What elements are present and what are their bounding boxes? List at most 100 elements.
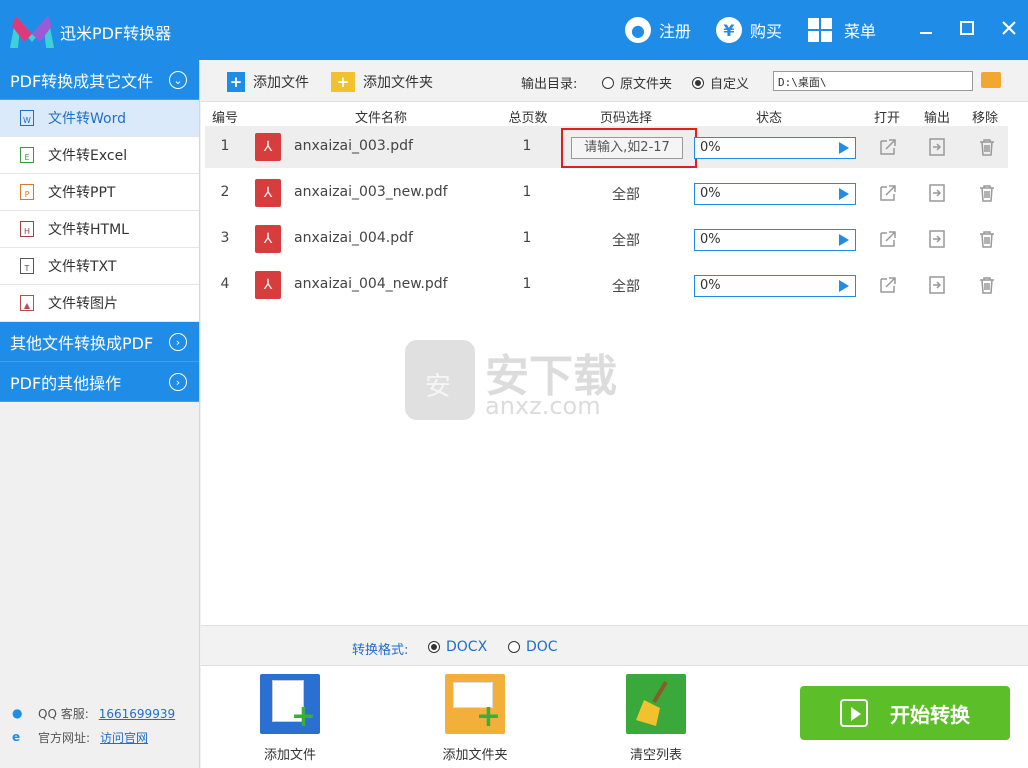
add-file-button[interactable]: + 添加文件: [227, 70, 309, 94]
output-folder-icon[interactable]: [927, 183, 947, 203]
add-file-label: 添加文件: [253, 75, 309, 91]
watermark-url: anxz.com: [485, 392, 601, 420]
sidebar-item-excel[interactable]: E 文件转Excel: [0, 137, 199, 174]
sidebar-item-txt[interactable]: T 文件转TXT: [0, 248, 199, 285]
register-label: 注册: [659, 22, 692, 41]
output-custom-radio[interactable]: 自定义: [692, 73, 749, 92]
app-logo-icon: [10, 16, 54, 48]
watermark-bag-char: 安: [425, 372, 452, 402]
progress-value: 0%: [700, 232, 721, 247]
file-name: anxaizai_004_new.pdf: [294, 276, 448, 292]
ie-browser-icon: e: [12, 729, 21, 744]
start-convert-button[interactable]: 开始转换: [800, 686, 1010, 740]
pdf-file-icon: ⅄: [255, 225, 281, 253]
chevron-right-icon: ›: [169, 373, 187, 391]
trash-icon[interactable]: [977, 137, 997, 157]
sidebar-item-label: 文件转图片: [48, 296, 118, 312]
play-icon[interactable]: [839, 280, 849, 292]
qq-icon: ●: [12, 705, 23, 720]
add-folder-button[interactable]: + 添加文件夹: [331, 70, 433, 94]
output-path-input[interactable]: D:\桌面\: [773, 71, 973, 91]
watermark-text: 安下载: [485, 351, 617, 402]
sidebar-item-ppt[interactable]: P 文件转PPT: [0, 174, 199, 211]
sidebar-item-html[interactable]: H 文件转HTML: [0, 211, 199, 248]
add-folder-large-icon: +: [445, 674, 505, 734]
txt-file-icon: T: [20, 258, 34, 274]
add-document-icon: +: [260, 674, 320, 734]
bottom-add-folder-label: 添加文件夹: [442, 748, 508, 763]
open-external-icon[interactable]: [878, 137, 898, 157]
open-external-icon[interactable]: [878, 229, 898, 249]
radio-checked-icon: [692, 76, 704, 89]
register-button[interactable]: ● 注册: [625, 15, 691, 45]
clear-list-label: 清空列表: [629, 748, 682, 763]
sidebar-category-pdf-to-other[interactable]: PDF转换成其它文件 ⌄: [0, 60, 199, 100]
output-folder-icon[interactable]: [927, 275, 947, 295]
play-icon[interactable]: [839, 142, 849, 154]
progress-bar: 0%: [694, 137, 856, 159]
table-row[interactable]: 2 ⅄ anxaizai_003_new.pdf 1 全部 0%: [205, 172, 1008, 214]
play-icon[interactable]: [839, 188, 849, 200]
visit-site-link[interactable]: 访问官网: [100, 729, 148, 746]
image-file-icon: ▲: [20, 295, 34, 311]
sidebar-category-pdf-other-ops[interactable]: PDF的其他操作 ›: [0, 362, 199, 402]
page-count: 1: [522, 184, 532, 200]
page-selection[interactable]: 全部: [601, 230, 651, 250]
output-folder-icon[interactable]: [927, 137, 947, 157]
page-selection[interactable]: 全部: [601, 184, 651, 204]
page-selection[interactable]: 全部: [601, 276, 651, 296]
sidebar-item-label: 文件转PPT: [48, 185, 116, 201]
table-row[interactable]: 1 ⅄ anxaizai_003.pdf 1 请输入,如2-17 0%: [205, 126, 1008, 168]
clear-list-button[interactable]: 清空列表: [606, 674, 706, 763]
sidebar: PDF转换成其它文件 ⌄ W 文件转Word E 文件转Excel P 文件转P…: [0, 60, 200, 768]
minimize-button[interactable]: [912, 14, 940, 42]
menu-button[interactable]: 菜单: [808, 15, 876, 45]
sidebar-item-word[interactable]: W 文件转Word: [0, 100, 199, 137]
format-docx-radio[interactable]: DOCX: [428, 639, 487, 655]
sidebar-item-label: 文件转Word: [48, 111, 126, 127]
sidebar-item-image[interactable]: ▲ 文件转图片: [0, 285, 199, 322]
menu-label: 菜单: [844, 22, 877, 41]
qq-number-link[interactable]: 1661699939: [99, 707, 175, 721]
output-folder-icon[interactable]: [927, 229, 947, 249]
open-external-icon[interactable]: [878, 275, 898, 295]
row-num: 4: [220, 276, 230, 292]
play-icon[interactable]: [839, 234, 849, 246]
sidebar-item-label: 文件转HTML: [48, 222, 129, 238]
bottom-add-folder-button[interactable]: + 添加文件夹: [425, 674, 525, 763]
chevron-right-icon: ›: [169, 333, 187, 351]
file-name: anxaizai_003.pdf: [294, 138, 413, 154]
progress-value: 0%: [700, 140, 721, 155]
word-file-icon: W: [20, 110, 34, 126]
add-file-icon: +: [227, 72, 245, 92]
table-row[interactable]: 4 ⅄ anxaizai_004_new.pdf 1 全部 0%: [205, 264, 1008, 306]
watermark: 安 安下载 anxz.com: [405, 340, 625, 425]
start-convert-label: 开始转换: [890, 702, 970, 727]
close-button[interactable]: [995, 14, 1023, 42]
trash-icon[interactable]: [977, 275, 997, 295]
format-doc-radio[interactable]: DOC: [508, 639, 558, 655]
maximize-button[interactable]: [953, 14, 981, 42]
output-original-radio[interactable]: 原文件夹: [602, 73, 672, 92]
format-bar: 转换格式: DOCX DOC: [201, 625, 1028, 665]
radio-label: 原文件夹: [620, 77, 673, 92]
ppt-file-icon: P: [20, 184, 34, 200]
radio-label: DOCX: [446, 639, 488, 655]
sidebar-item-label: 文件转Excel: [48, 148, 128, 164]
sidebar-category-other-to-pdf[interactable]: 其他文件转换成PDF ›: [0, 322, 199, 362]
trash-icon[interactable]: [977, 229, 997, 249]
play-icon: [840, 699, 868, 727]
app-title: 迅米PDF转换器: [60, 24, 172, 43]
watermark-bag-icon: 安: [405, 340, 475, 420]
open-external-icon[interactable]: [878, 183, 898, 203]
buy-button[interactable]: ¥ 购买: [716, 15, 782, 45]
table-row[interactable]: 3 ⅄ anxaizai_004.pdf 1 全部 0%: [205, 218, 1008, 260]
html-file-icon: H: [20, 221, 34, 237]
browse-folder-icon[interactable]: [981, 72, 1001, 88]
excel-file-icon: E: [20, 147, 34, 163]
page-count: 1: [522, 276, 532, 292]
trash-icon[interactable]: [977, 183, 997, 203]
radio-label: DOC: [526, 639, 558, 655]
bottom-add-file-button[interactable]: + 添加文件: [240, 674, 340, 763]
sidebar-item-label: 文件转TXT: [48, 259, 117, 275]
